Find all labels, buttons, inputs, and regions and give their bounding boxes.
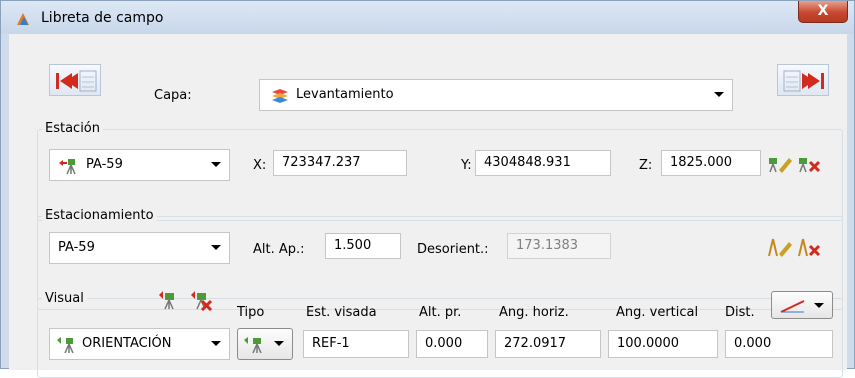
chevron-down-icon — [211, 341, 221, 346]
previous-arrow-icon — [56, 70, 97, 92]
visual-type-value: ORIENTACIÓN — [82, 336, 172, 351]
delete-stationing-icon[interactable] — [797, 236, 823, 258]
estacionamiento-select[interactable]: PA-59 — [49, 232, 230, 264]
col-est-visada: Est. visada — [306, 305, 377, 320]
libreta-window: Libreta de campo X Capa: Levantamiento E… — [0, 0, 855, 378]
visual-group-title: Visual — [42, 291, 87, 306]
title-bar[interactable]: Libreta de campo X — [1, 1, 854, 34]
next-record-button[interactable] — [777, 64, 829, 96]
dialog-content: Capa: Levantamiento Estación PA-59 X: 72… — [9, 34, 847, 378]
target-type-icon — [244, 337, 262, 354]
window-title: Libreta de campo — [41, 10, 164, 26]
chevron-down-icon — [274, 341, 284, 346]
line-style-icon — [780, 300, 805, 313]
chevron-down-icon — [714, 92, 724, 97]
estacion-group-title: Estación — [42, 121, 104, 136]
desorient-label: Desorient.: — [417, 242, 489, 257]
next-arrow-icon — [783, 70, 824, 92]
delete-visual-icon[interactable] — [189, 289, 213, 311]
estacion-value: PA-59 — [86, 157, 123, 172]
desorient-field: 173.1383 — [507, 233, 611, 259]
col-ang-vertical: Ang. vertical — [616, 305, 699, 320]
ang-vertical-field[interactable]: 100.0000 — [608, 330, 718, 358]
estacionamiento-value: PA-59 — [58, 240, 95, 255]
col-tipo: Tipo — [237, 305, 265, 320]
chevron-down-icon — [814, 303, 824, 308]
delete-station-icon[interactable] — [797, 152, 823, 174]
alt-ap-field[interactable]: 1.500 — [325, 233, 401, 259]
estacionamiento-group-title: Estacionamiento — [42, 208, 157, 223]
layers-icon — [272, 89, 288, 103]
previous-record-button[interactable] — [49, 64, 101, 96]
dist-field[interactable]: 0.000 — [725, 330, 833, 358]
z-field[interactable]: 1825.000 — [661, 150, 761, 176]
capa-select[interactable]: Levantamiento — [259, 79, 733, 111]
est-visada-field[interactable]: REF-1 — [303, 330, 409, 358]
ang-horiz-field[interactable]: 272.0917 — [495, 330, 601, 358]
orientation-icon — [57, 337, 74, 354]
add-visual-icon[interactable] — [157, 289, 181, 311]
z-label: Z: — [639, 158, 653, 173]
station-tripod-icon — [59, 159, 76, 175]
y-field[interactable]: 4304848.931 — [475, 150, 611, 176]
col-dist: Dist. — [725, 305, 755, 320]
dist-mode-dropdown[interactable] — [771, 291, 833, 319]
chevron-down-icon — [211, 245, 221, 250]
edit-stationing-icon[interactable] — [767, 236, 793, 258]
close-button[interactable]: X — [798, 1, 848, 23]
y-label: Y: — [461, 158, 472, 173]
col-ang-horiz: Ang. horiz. — [499, 305, 569, 320]
tipo-dropdown[interactable] — [237, 328, 293, 360]
capa-value: Levantamiento — [296, 87, 394, 102]
capa-label: Capa: — [154, 88, 192, 103]
estacion-select[interactable]: PA-59 — [49, 149, 230, 181]
x-label: X: — [253, 158, 267, 173]
alt-ap-label: Alt. Ap.: — [253, 242, 305, 257]
app-logo-icon — [17, 13, 29, 25]
col-alt-pr: Alt. pr. — [419, 305, 462, 320]
x-field[interactable]: 723347.237 — [273, 150, 407, 176]
visual-type-select[interactable]: ORIENTACIÓN — [49, 328, 230, 360]
alt-pr-field[interactable]: 0.000 — [416, 330, 488, 358]
chevron-down-icon — [211, 162, 221, 167]
edit-station-icon[interactable] — [767, 152, 793, 174]
